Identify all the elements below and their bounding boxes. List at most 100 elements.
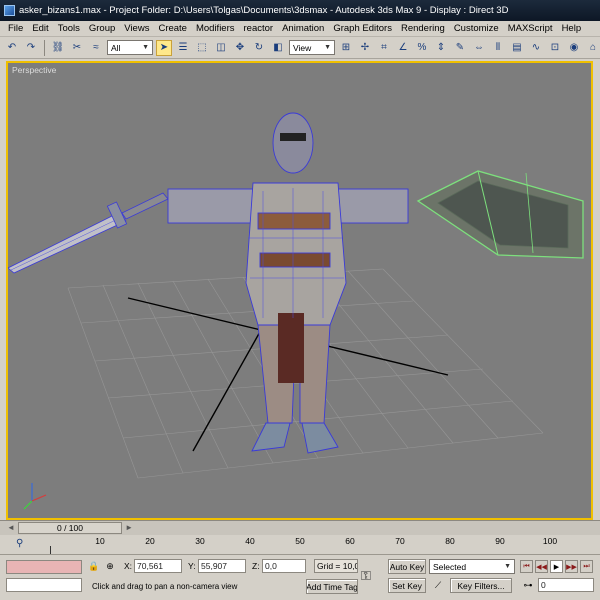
select-icon[interactable]: ➤	[156, 39, 172, 56]
menu-file[interactable]: File	[8, 23, 23, 34]
track-tick-label: 60	[345, 536, 355, 546]
next-frame-icon[interactable]: ▶▶	[565, 560, 578, 573]
menu-tools[interactable]: Tools	[58, 23, 80, 34]
track-bar[interactable]: ⚲ 10 20 30 40 50 60 70 80 90 100	[0, 535, 600, 555]
render-scene-icon[interactable]: ⌂	[585, 40, 600, 56]
layer-manager-icon[interactable]: ▤	[509, 40, 525, 56]
previous-frame-icon[interactable]: ◀◀	[535, 560, 548, 573]
grid-size-field: Grid = 10,0	[314, 559, 358, 573]
menu-customize[interactable]: Customize	[454, 23, 499, 34]
auto-key-button[interactable]: Auto Key	[388, 559, 426, 574]
move-icon[interactable]: ✥	[232, 40, 248, 56]
time-slider-bar: ◄ 0 / 100 ►	[0, 520, 600, 535]
spinner-snap-icon[interactable]: ⇕	[433, 40, 449, 56]
chevron-down-icon: ▼	[324, 44, 331, 51]
status-bar: 🔒 ⊕ X: 70,561 Y: 55,907 Z: 0,0 Grid = 10…	[0, 556, 600, 600]
align-icon[interactable]: ⫴	[490, 40, 506, 56]
menu-bar: File Edit Tools Group Views Create Modif…	[0, 21, 600, 37]
pivot-center-icon[interactable]: ⊞	[338, 40, 354, 56]
menu-graph-editors[interactable]: Graph Editors	[333, 23, 392, 34]
select-manipulate-icon[interactable]: ✢	[357, 40, 373, 56]
track-tick-label: 10	[95, 536, 105, 546]
default-in-out-tangents-icon[interactable]: ⟋	[432, 579, 444, 591]
maxscript-listener-field[interactable]	[6, 560, 82, 574]
track-tick-label: 20	[145, 536, 155, 546]
lock-icon[interactable]: 🔒	[88, 560, 100, 572]
rotate-icon[interactable]: ↻	[251, 40, 267, 56]
chevron-right-icon[interactable]: ►	[125, 523, 133, 532]
selection-filter-dropdown[interactable]: All ▼	[107, 40, 153, 55]
key-mode-toggle-icon[interactable]: ⊶	[522, 579, 534, 591]
perspective-viewport[interactable]: Perspective	[6, 61, 593, 520]
reference-coord-dropdown[interactable]: View ▼	[289, 40, 335, 55]
goto-start-icon[interactable]: ⏮	[520, 560, 533, 573]
chevron-down-icon: ▼	[142, 44, 149, 51]
menu-animation[interactable]: Animation	[282, 23, 324, 34]
menu-group[interactable]: Group	[89, 23, 115, 34]
trackbar-filter-icon[interactable]: ⚲	[16, 538, 30, 552]
mirror-icon[interactable]: ⇔	[471, 40, 487, 56]
x-coord-label: X:	[124, 561, 133, 571]
window-crossing-icon[interactable]: ◫	[213, 40, 229, 56]
track-tick-label: 70	[395, 536, 405, 546]
key-mode-dropdown[interactable]: Selected ▼	[429, 559, 515, 574]
main-toolbar: ↶ ↷ ⛓ ✂ ≈ All ▼ ➤ ☰ ⬚ ◫ ✥ ↻ ◧ View ▼ ⊞ ✢…	[0, 37, 600, 59]
z-coord-label: Z:	[252, 561, 260, 571]
current-frame-field[interactable]: 0	[538, 578, 594, 592]
track-tick-label: 50	[295, 536, 305, 546]
track-tick-label: 30	[195, 536, 205, 546]
sword-model	[8, 192, 169, 274]
undo-icon[interactable]: ↶	[4, 40, 20, 56]
time-slider[interactable]: ◄ 0 / 100 ►	[7, 522, 133, 534]
named-selection-edit-icon[interactable]: ✎	[452, 40, 468, 56]
percent-snap-icon[interactable]: %	[414, 40, 430, 56]
y-coord-field[interactable]: 55,907	[198, 559, 246, 573]
menu-create[interactable]: Create	[158, 23, 187, 34]
key-icon: ⚿	[361, 568, 371, 583]
menu-help[interactable]: Help	[562, 23, 582, 34]
angle-snap-icon[interactable]: ∠	[395, 40, 411, 56]
title-bar: asker_bizans1.max - Project Folder: D:\U…	[0, 0, 600, 21]
key-filters-button[interactable]: Key Filters...	[450, 578, 512, 593]
selection-filter-value: All	[111, 42, 121, 53]
track-tick-label: 80	[445, 536, 455, 546]
menu-modifiers[interactable]: Modifiers	[196, 23, 235, 34]
link-icon[interactable]: ⛓	[50, 40, 66, 56]
track-tick-label: 90	[495, 536, 505, 546]
track-tick-label: 100	[542, 536, 558, 546]
reference-coord-value: View	[293, 42, 312, 53]
play-icon[interactable]: ▶	[550, 560, 563, 573]
schematic-view-icon[interactable]: ⊡	[547, 40, 563, 56]
chevron-left-icon[interactable]: ◄	[7, 523, 15, 532]
bind-space-warp-icon[interactable]: ≈	[88, 40, 104, 56]
material-editor-icon[interactable]: ◉	[566, 40, 582, 56]
maxscript-output-field[interactable]	[6, 578, 82, 592]
knight-model	[167, 112, 409, 454]
viewport-label[interactable]: Perspective	[12, 65, 56, 75]
z-coord-field[interactable]: 0,0	[262, 559, 306, 573]
menu-views[interactable]: Views	[124, 23, 149, 34]
snap-toggle-icon[interactable]: ⌗	[376, 40, 392, 56]
goto-end-icon[interactable]: ⏭	[580, 560, 593, 573]
add-time-tag-button[interactable]: Add Time Tag	[306, 579, 358, 594]
window-title: asker_bizans1.max - Project Folder: D:\U…	[19, 5, 509, 16]
x-coord-field[interactable]: 70,561	[134, 559, 182, 573]
time-slider-label: 0 / 100	[57, 523, 83, 533]
curve-editor-icon[interactable]: ∿	[528, 40, 544, 56]
viewport-scene	[8, 112, 584, 510]
menu-edit[interactable]: Edit	[32, 23, 48, 34]
absolute-mode-icon[interactable]: ⊕	[104, 560, 116, 572]
set-key-button[interactable]: Set Key	[388, 578, 426, 593]
menu-maxscript[interactable]: MAXScript	[508, 23, 553, 34]
rect-region-icon[interactable]: ⬚	[194, 40, 210, 56]
shield-model	[416, 170, 584, 259]
menu-rendering[interactable]: Rendering	[401, 23, 445, 34]
chevron-down-icon: ▼	[504, 563, 511, 570]
scale-icon[interactable]: ◧	[270, 40, 286, 56]
track-ruler[interactable]: 10 20 30 40 50 60 70 80 90 100	[40, 536, 596, 554]
menu-reactor[interactable]: reactor	[244, 23, 274, 34]
redo-icon[interactable]: ↷	[23, 40, 39, 56]
unlink-icon[interactable]: ✂	[69, 40, 85, 56]
key-mode-value: Selected	[433, 561, 467, 572]
select-by-name-icon[interactable]: ☰	[175, 40, 191, 56]
